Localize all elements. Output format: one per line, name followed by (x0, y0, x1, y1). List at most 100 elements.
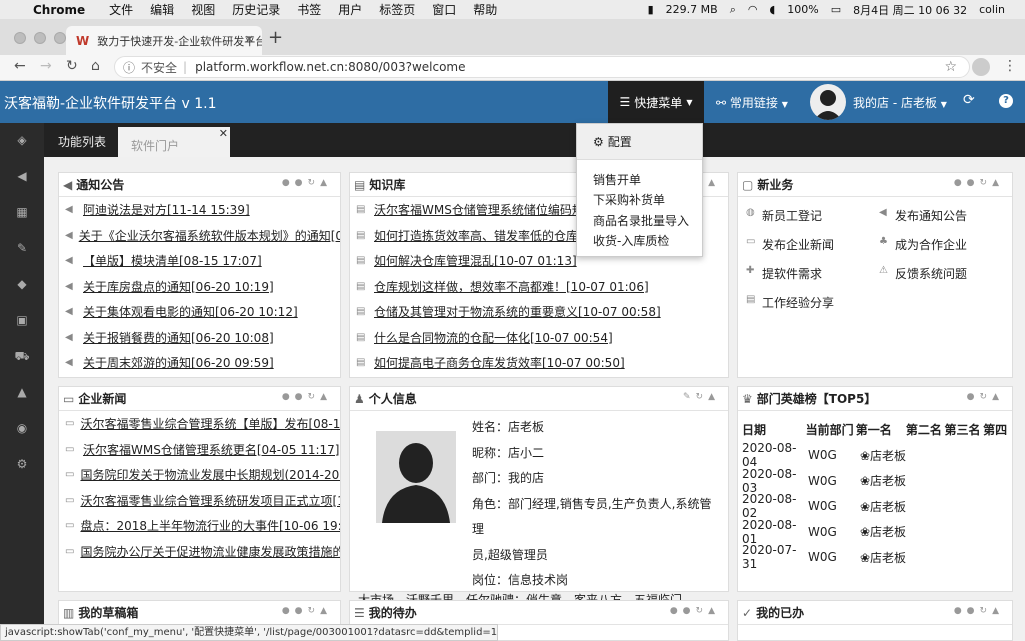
new-tab-button[interactable]: + (268, 27, 283, 48)
tab-software-portal[interactable]: 软件门户 ✕ (118, 127, 230, 157)
book-icon: ▤ (354, 177, 366, 192)
user-search-icon[interactable]: ◉ (14, 421, 30, 437)
list-item[interactable]: ◀ 关于库房盘点的通知[06-20 10:19] (65, 274, 340, 300)
browser-tab[interactable]: W 致力于快速开发-企业软件研发平台 ✕ (66, 26, 262, 55)
reload-icon[interactable]: ↻ (66, 58, 78, 74)
battery-icon[interactable]: ▭ (831, 3, 841, 16)
panel-controls[interactable]: ●●↻▲ (954, 178, 1004, 188)
settings-gear-icon[interactable]: ⚙ (14, 457, 30, 473)
megaphone-icon: ◀ (65, 255, 73, 267)
app-brand: 沃客福勒-企业软件研发平台 v 1.1 (4, 96, 217, 112)
panel-controls[interactable]: ●●↻▲ (282, 606, 332, 616)
menu-people[interactable]: 用户 (338, 1, 362, 18)
list-item[interactable]: ◀ 关于《企业沃尔客福系统软件版本规划》的通知[08-2 (65, 223, 340, 249)
action-publish-notice[interactable]: ◀ 发布通知公告 (879, 207, 1012, 236)
action-new-employee[interactable]: ◍ 新员工登记 (746, 207, 879, 236)
panel-controls[interactable]: ●●↻▲ (282, 392, 332, 402)
minimize-window-button[interactable] (34, 32, 46, 44)
list-item[interactable]: ◀ 【单版】模块清单[08-15 17:07] (65, 248, 340, 274)
list-item[interactable]: ▭ 沃尔客福WMS仓储管理系统更名[04-05 11:17] (65, 437, 340, 463)
more-menu-icon[interactable]: ⋮ (1003, 58, 1017, 74)
menu-view[interactable]: 视图 (191, 1, 215, 18)
edit-icon[interactable]: ✎ (14, 241, 30, 257)
list-item[interactable]: ▭ 盘点：2018上半年物流行业的大事件[10-06 19:31] (65, 513, 340, 539)
list-item[interactable]: ▤ 仓储及其管理对于物流系统的重要意义[10-07 00:58] (356, 299, 728, 325)
action-report-issue[interactable]: ⚠ 反馈系统问题 (879, 265, 1012, 294)
list-item[interactable]: ▭国务院印发关于物流业发展中长期规划(2014-2020年) (65, 462, 340, 488)
list-item[interactable]: ◀ 关于周末郊游的通知[06-20 09:59] (65, 350, 340, 376)
forward-arrow-icon[interactable]: → (40, 58, 52, 74)
menu-tab[interactable]: 标签页 (379, 1, 415, 18)
username[interactable]: colin (979, 3, 1005, 16)
url-text[interactable]: platform.workflow.net.cn:8080/003?welcom… (195, 60, 465, 74)
extension-avatar-icon[interactable] (972, 58, 990, 76)
monitor-icon[interactable]: ▣ (14, 313, 30, 329)
box-icon[interactable]: ◆ (14, 277, 30, 293)
list-item[interactable]: ◀ 阿迪说法是对方[11-14 15:39] (65, 197, 340, 223)
info-icon[interactable]: ⓘ (123, 59, 135, 76)
search-icon[interactable]: ⌕ (730, 3, 736, 17)
back-arrow-icon[interactable]: ← (14, 58, 26, 74)
list-icon: ☰ (619, 95, 631, 109)
panel-title: 我的已办 (756, 606, 805, 620)
menu-bookmarks[interactable]: 书签 (297, 1, 321, 18)
panel-controls[interactable]: ●●↻▲ (954, 606, 1004, 616)
zoom-window-button[interactable] (54, 32, 66, 44)
panel-controls[interactable]: ●↻▲ (967, 392, 1004, 402)
bookmark-star-icon[interactable]: ☆ (944, 59, 957, 75)
dropdown-item[interactable]: 商品名录批量导入 (577, 210, 702, 231)
doc-icon: ▤ (356, 255, 366, 267)
dropdown-item[interactable]: 收货-入库质检 (577, 231, 702, 252)
help-icon[interactable]: ? (999, 94, 1013, 108)
list-item[interactable]: ▭ 国务院办公厅关于促进物流业健康发展政策措施的意见 (65, 539, 340, 565)
dropdown-item[interactable]: 销售开单 (577, 169, 702, 190)
refresh-icon[interactable]: ⟳ (963, 92, 975, 108)
action-share-experience[interactable]: ▤ 工作经验分享 (746, 294, 879, 323)
menu-history[interactable]: 历史记录 (232, 1, 280, 18)
url-field[interactable]: ⓘ 不安全 | platform.workflow.net.cn:8080/00… (114, 56, 970, 78)
dropdown-item[interactable]: 下采购补货单 (577, 190, 702, 211)
wifi-icon[interactable]: ◠ (748, 3, 758, 16)
shield-icon[interactable]: ◈ (14, 133, 30, 149)
quick-menu-button[interactable]: ☰ 快捷菜单 ▼ (608, 81, 704, 123)
close-tab-icon[interactable]: ✕ (245, 33, 254, 46)
cart-icon[interactable]: ⛟ (14, 349, 30, 365)
grid-icon[interactable]: ▦ (14, 205, 30, 221)
cubes-icon[interactable]: ▲ (14, 385, 30, 401)
dropdown-config-item[interactable]: ⚙ 配置 (577, 124, 702, 160)
close-tab-icon[interactable]: ✕ (219, 127, 228, 140)
tab-function-list[interactable]: 功能列表 (58, 133, 106, 150)
news-icon: ▭ (63, 391, 75, 406)
user-avatar[interactable] (810, 84, 846, 120)
list-item[interactable]: ▭ 沃尔客福零售业综合管理系统【单版】发布[08-15 17 (65, 411, 340, 437)
list-item[interactable]: ▤ 什么是合同物流的仓配一体化[10-07 00:54] (356, 325, 728, 351)
menu-edit[interactable]: 编辑 (150, 1, 174, 18)
list-item[interactable]: ▭ 沃尔客福零售业综合管理系统研发项目正式立项[10-0 (65, 488, 340, 514)
home-icon[interactable]: ⌂ (91, 58, 100, 74)
panel-title: 个人信息 (368, 392, 417, 406)
close-window-button[interactable] (14, 32, 26, 44)
panel-controls[interactable]: ✎↻▲ (683, 392, 720, 402)
action-become-partner[interactable]: ♣ 成为合作企业 (879, 236, 1012, 265)
action-publish-news[interactable]: ▭ 发布企业新闻 (746, 236, 879, 265)
user-menu-button[interactable]: 我的店 - 店老板 ▼ (853, 94, 947, 111)
common-links-button[interactable]: ⚯ 常用链接 ▼ (716, 94, 788, 111)
list-item[interactable]: ▤ 仓库规划这样做，想效率不高都难！[10-07 01:06] (356, 274, 728, 300)
volume-icon[interactable]: ◖ (769, 3, 775, 16)
browser-status-bar: javascript:showTab('conf_my_menu', '配置快捷… (0, 624, 498, 641)
list-item[interactable]: ◀ 关于报销餐费的通知[06-20 10:08] (65, 325, 340, 351)
window-controls (14, 32, 74, 44)
megaphone-icon: ◀ (65, 306, 73, 318)
action-software-request[interactable]: ✚ 提软件需求 (746, 265, 879, 294)
panel-controls[interactable]: ●●↻▲ (670, 606, 720, 616)
memory-icon[interactable]: ▮ (648, 3, 654, 16)
menu-help[interactable]: 帮助 (473, 1, 497, 18)
menu-window[interactable]: 窗口 (432, 1, 456, 18)
menu-file[interactable]: 文件 (109, 1, 133, 18)
list-item[interactable]: ◀ 关于集体观看电影的通知[06-20 10:12] (65, 299, 340, 325)
list-item[interactable]: ▤ 如何提高电子商务仓库发货效率[10-07 00:50] (356, 350, 728, 376)
megaphone-icon[interactable]: ◀ (14, 169, 30, 185)
datetime[interactable]: 8月4日 周二 10 06 32 (853, 2, 967, 18)
panel-controls[interactable]: ●●↻▲ (282, 178, 332, 188)
app-menu-chrome[interactable]: Chrome (33, 3, 85, 17)
